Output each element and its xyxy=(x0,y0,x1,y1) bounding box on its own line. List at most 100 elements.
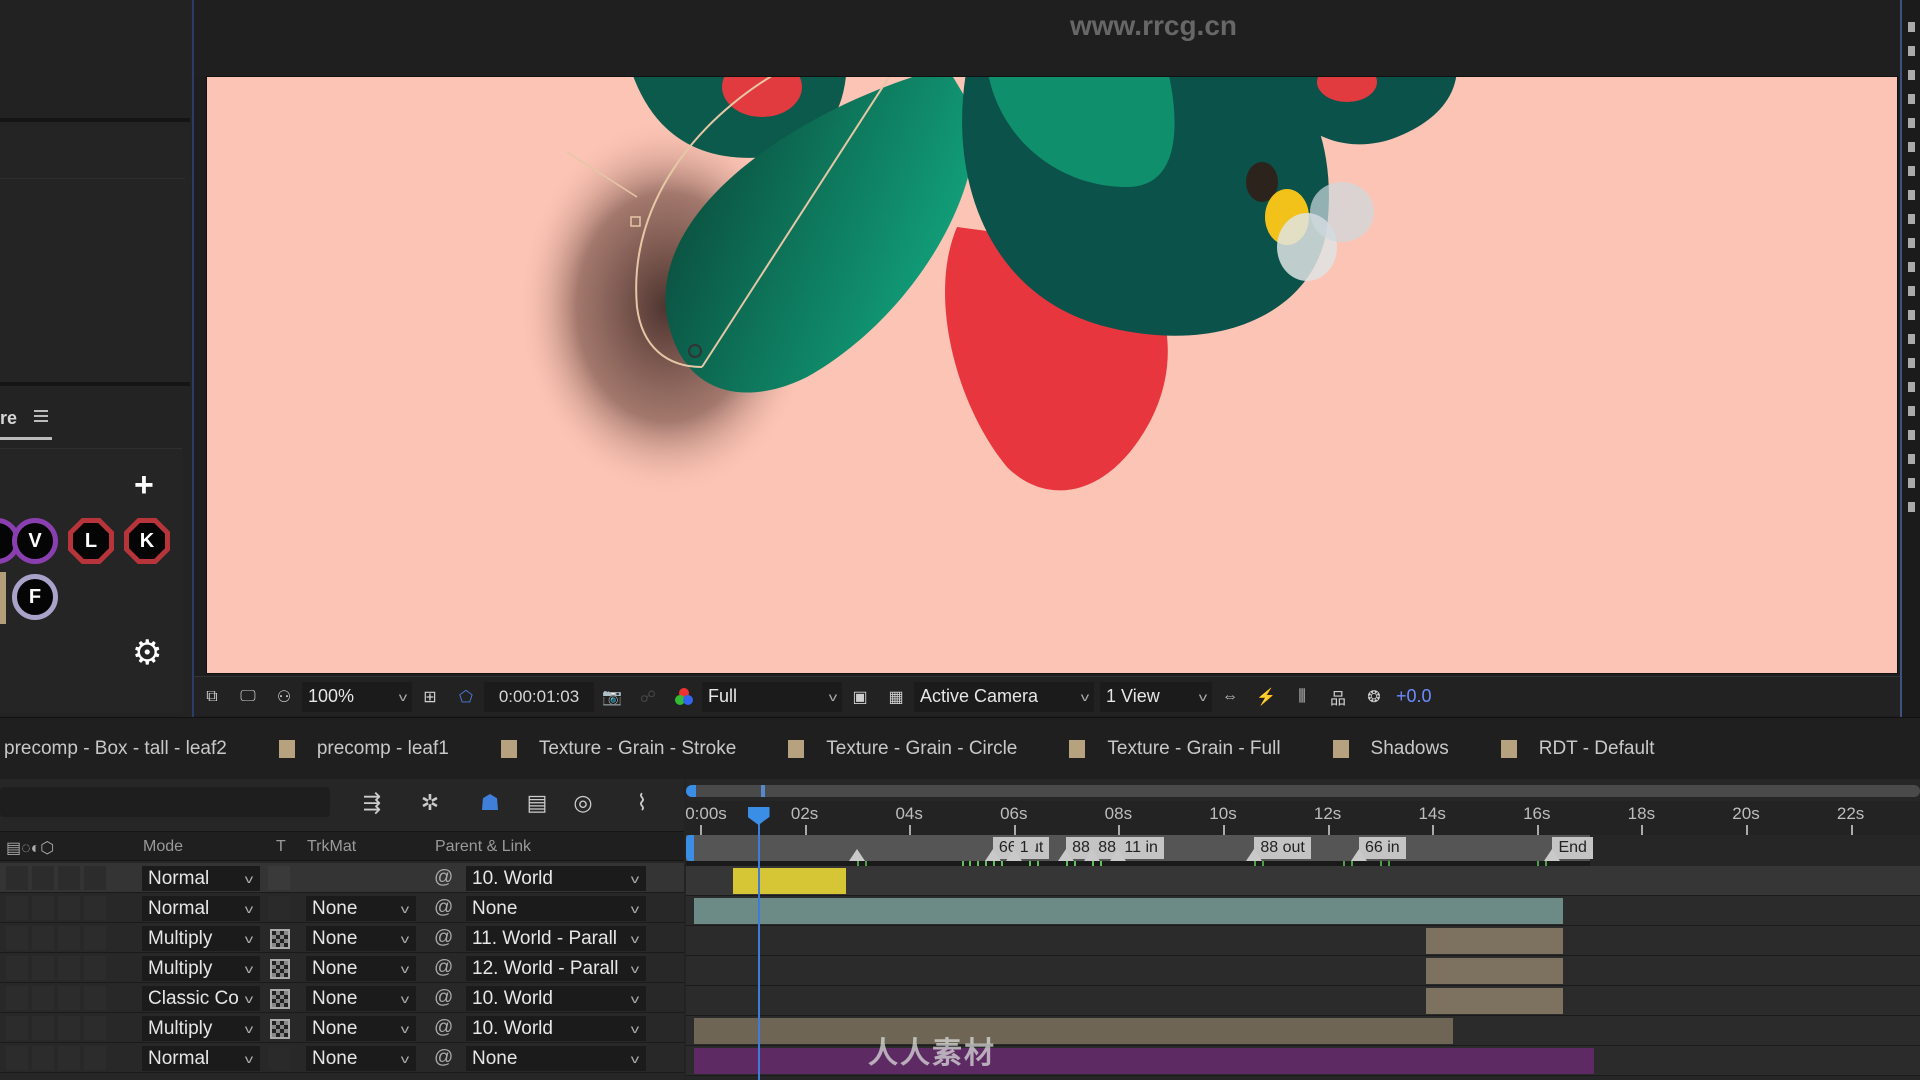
track-matte-dropdown[interactable]: None v xyxy=(306,926,416,951)
layer-switch[interactable] xyxy=(32,986,54,1010)
draft-3d-icon[interactable]: ✲ xyxy=(415,789,445,817)
pickwhip-icon[interactable]: @ xyxy=(434,867,453,889)
layer-row[interactable]: Classic Co v None v @10. World v xyxy=(0,983,684,1013)
layer-switch[interactable] xyxy=(58,1046,80,1070)
blend-mode-dropdown[interactable]: Multiply v xyxy=(142,926,260,951)
layer-row[interactable]: Multiply v None v @10. World v xyxy=(0,1013,684,1043)
parent-dropdown[interactable]: 10. World v xyxy=(466,1016,646,1041)
layer-switch[interactable] xyxy=(84,926,106,950)
hotkey-l[interactable]: L xyxy=(68,518,114,564)
layer-row[interactable]: Multiply v None v @11. World - Parall v xyxy=(0,923,684,953)
flowchart-icon[interactable]: 品 xyxy=(1326,687,1350,708)
preserve-transparency-toggle[interactable] xyxy=(270,959,290,979)
layer-switch[interactable] xyxy=(84,956,106,980)
parent-dropdown[interactable]: 11. World - Parall v xyxy=(466,926,646,951)
pickwhip-icon[interactable]: @ xyxy=(434,927,453,949)
layer-duration-bar[interactable] xyxy=(694,898,1563,924)
layer-switch[interactable] xyxy=(58,986,80,1010)
frame-blending-icon[interactable]: ▤ xyxy=(522,789,552,817)
layer-row[interactable]: Normal v None v @ None v xyxy=(0,893,684,923)
marker-handle[interactable] xyxy=(1246,849,1263,861)
layer-switch[interactable] xyxy=(58,956,80,980)
layer-switch[interactable] xyxy=(6,956,28,980)
preserve-transparency-toggle[interactable] xyxy=(270,1019,290,1039)
comp-tab[interactable]: Texture - Grain - Circle xyxy=(788,718,1017,779)
pickwhip-icon[interactable]: @ xyxy=(434,987,453,1009)
column-parent[interactable]: Parent & Link xyxy=(435,838,531,856)
parent-dropdown[interactable]: 10. World v xyxy=(466,866,646,891)
work-area-start-handle[interactable] xyxy=(686,835,694,861)
comp-tab[interactable]: Texture - Grain - Stroke xyxy=(500,718,736,779)
comp-marker[interactable]: 88 out xyxy=(1254,837,1311,859)
comp-tab[interactable]: Shadows xyxy=(1332,718,1449,779)
view-layout-dropdown[interactable]: 1 View v xyxy=(1100,681,1212,712)
layer-switch[interactable] xyxy=(84,1016,106,1040)
always-preview-icon[interactable]: ⧉ xyxy=(200,687,224,707)
layer-switch[interactable] xyxy=(32,1046,54,1070)
timecode-display[interactable]: 0:00:01:03 xyxy=(484,681,594,712)
composition-canvas[interactable] xyxy=(206,76,1898,674)
hotkey-f[interactable]: F xyxy=(12,574,58,620)
graph-editor-icon[interactable]: ⌇ xyxy=(627,789,657,817)
timeline-icon[interactable]: ⫼ xyxy=(1290,687,1314,707)
marker-handle[interactable] xyxy=(1350,849,1367,861)
layer-switch[interactable] xyxy=(6,926,28,950)
layer-switch[interactable] xyxy=(6,986,28,1010)
layer-duration-bar[interactable] xyxy=(1426,958,1563,984)
preserve-transparency-toggle[interactable] xyxy=(268,866,290,890)
layer-duration-bar[interactable] xyxy=(1426,928,1563,954)
column-t[interactable]: T xyxy=(276,838,286,856)
layer-search-input[interactable] xyxy=(0,787,330,817)
column-trkmat[interactable]: TrkMat xyxy=(307,838,356,856)
preserve-transparency-toggle[interactable] xyxy=(268,896,290,920)
preserve-transparency-toggle[interactable] xyxy=(270,929,290,949)
marker-handle[interactable] xyxy=(1084,849,1101,861)
camera-snapshot-icon[interactable]: 📷 xyxy=(600,687,624,707)
pickwhip-icon[interactable]: @ xyxy=(434,957,453,979)
vr-goggles-icon[interactable]: ⚇ xyxy=(272,687,296,707)
track-matte-dropdown[interactable]: None v xyxy=(306,896,416,921)
panel-tab-label[interactable]: re xyxy=(0,408,17,429)
time-navigator[interactable] xyxy=(686,785,1920,797)
motion-blur-icon[interactable]: ◎ xyxy=(568,789,598,817)
track-matte-dropdown[interactable]: None v xyxy=(306,956,416,981)
comp-tab[interactable]: precomp - Box - tall - leaf2 xyxy=(4,718,227,779)
marker-handle[interactable] xyxy=(848,849,865,861)
layer-switch[interactable] xyxy=(32,956,54,980)
parent-dropdown[interactable]: 12. World - Parall v xyxy=(466,956,646,981)
layer-duration-bar[interactable] xyxy=(694,1048,1595,1074)
layer-switch[interactable] xyxy=(84,866,106,890)
layer-switch[interactable] xyxy=(32,866,54,890)
marker-handle[interactable] xyxy=(1058,849,1075,861)
layer-switch[interactable] xyxy=(58,866,80,890)
parent-dropdown[interactable]: 10. World v xyxy=(466,986,646,1011)
pickwhip-icon[interactable]: @ xyxy=(434,1047,453,1069)
column-mode[interactable]: Mode xyxy=(143,838,183,856)
comp-tab[interactable]: RDT - Default xyxy=(1500,718,1655,779)
preserve-transparency-toggle[interactable] xyxy=(268,1046,290,1070)
marker-handle[interactable] xyxy=(984,849,1001,861)
exposure-value[interactable]: +0.0 xyxy=(1392,686,1432,707)
layer-switch[interactable] xyxy=(32,896,54,920)
layer-switch[interactable] xyxy=(58,926,80,950)
resolution-dropdown[interactable]: Full v xyxy=(702,681,842,712)
time-ruler[interactable]: 0:00s 02s 04s 06s 08s 10s 12s 14s 16s 18s 20s 22s xyxy=(685,801,1920,835)
show-snapshot-icon[interactable]: ☍ xyxy=(636,687,660,707)
layer-switch[interactable] xyxy=(32,926,54,950)
comp-tab[interactable]: precomp - leaf1 xyxy=(278,718,449,779)
marker-handle[interactable] xyxy=(1005,849,1022,861)
layer-switch[interactable] xyxy=(6,896,28,920)
layer-switch[interactable] xyxy=(6,1046,28,1070)
layer-row[interactable]: Normal v None v @ None v xyxy=(0,1043,684,1073)
layer-switch[interactable] xyxy=(6,1016,28,1040)
layer-duration-bar[interactable] xyxy=(733,868,847,894)
region-of-interest-icon[interactable]: ▣ xyxy=(848,687,872,707)
blend-mode-dropdown[interactable]: Normal v xyxy=(142,896,260,921)
blend-mode-dropdown[interactable]: Multiply v xyxy=(142,1016,260,1041)
navigator-start-handle[interactable] xyxy=(686,785,696,797)
layer-switch[interactable] xyxy=(58,1016,80,1040)
track-matte-dropdown[interactable]: None v xyxy=(306,1016,416,1041)
reset-exposure-icon[interactable]: ❂ xyxy=(1362,687,1386,707)
blend-mode-dropdown[interactable]: Multiply v xyxy=(142,956,260,981)
color-channels-icon[interactable] xyxy=(672,687,696,707)
